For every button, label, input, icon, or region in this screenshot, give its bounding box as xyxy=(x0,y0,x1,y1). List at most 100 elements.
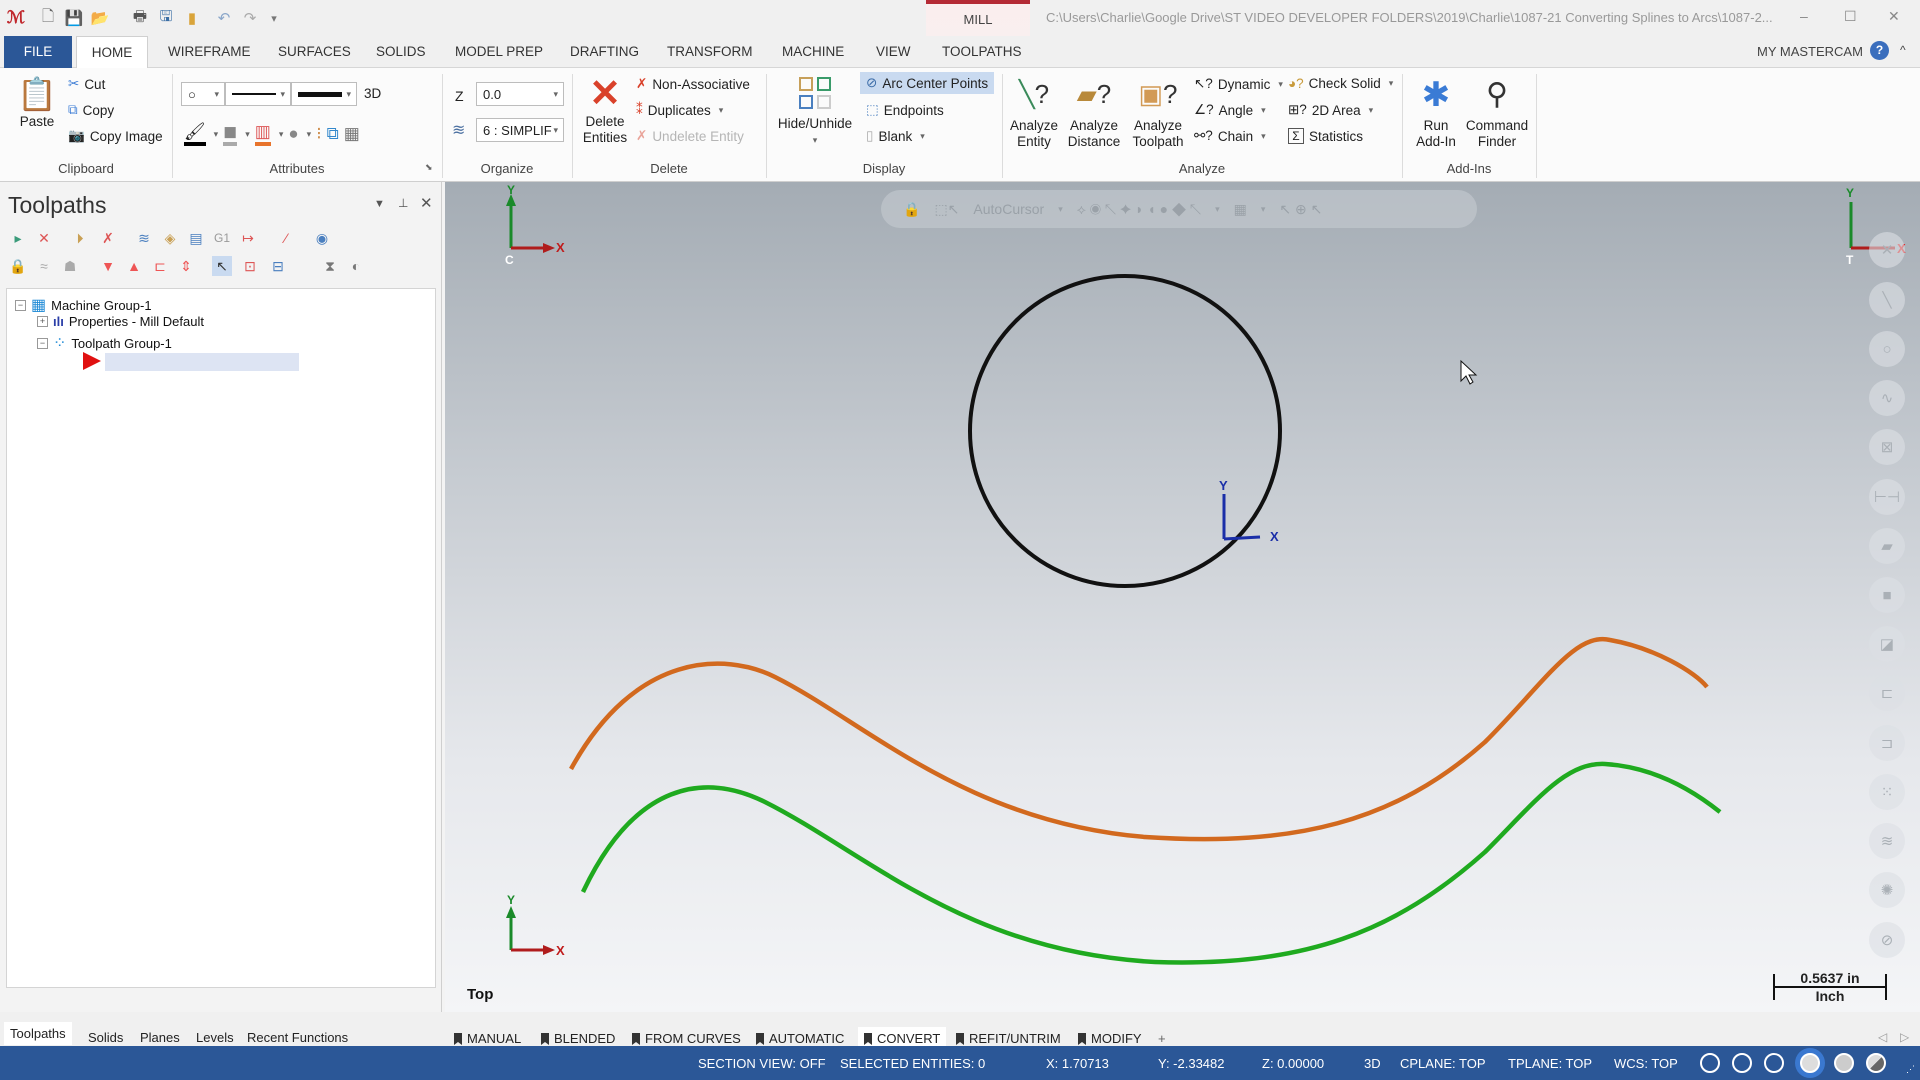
tab-machine[interactable]: MACHINE xyxy=(772,36,854,68)
shaded-display-icon[interactable] xyxy=(1800,1053,1820,1073)
settings-mask-icon[interactable]: ✺ xyxy=(1869,872,1905,908)
panel-menu-icon[interactable]: ▼ xyxy=(374,198,385,210)
orange-spline[interactable] xyxy=(569,636,1709,842)
bottom-tab-toolpaths[interactable]: Toolpaths xyxy=(4,1022,72,1045)
z-depth-input[interactable]: 0.0 ▾ xyxy=(476,82,564,106)
copy-button[interactable]: ⧉ Copy xyxy=(68,102,114,118)
material-icon[interactable]: ● xyxy=(288,124,298,144)
clear-colors-icon[interactable]: ▦ xyxy=(344,124,360,144)
expand-toggle[interactable]: + xyxy=(37,316,48,327)
scroll-insert-icon[interactable]: ⇕ xyxy=(176,256,196,276)
toolpath-editor-icon[interactable]: ⁄ xyxy=(276,228,296,248)
angle-button[interactable]: ∠? Angle ▾ xyxy=(1194,102,1266,118)
command-finder-button[interactable]: ⚲ Command Finder xyxy=(1462,74,1532,150)
pin-icon[interactable]: ⊥ xyxy=(398,196,408,210)
regenerate-selected-icon[interactable]: ⏵ xyxy=(70,228,90,248)
new-file-icon[interactable]: 🗋 xyxy=(38,8,58,28)
tree-node-properties[interactable]: + ılı Properties - Mill Default xyxy=(37,314,204,329)
z-coordinate[interactable]: Z: 0.00000 xyxy=(1262,1056,1324,1071)
lines-mask-icon[interactable]: ╲ xyxy=(1869,282,1905,318)
scroll-right-icon[interactable]: ▷ xyxy=(1900,1030,1909,1044)
section-view-status[interactable]: SECTION VIEW: OFF xyxy=(698,1056,826,1071)
hourglass-icon[interactable]: ⧗ xyxy=(320,256,340,276)
new-operation-name-input[interactable] xyxy=(105,353,299,371)
duplicates-button[interactable]: ⁑ Duplicates ▾ xyxy=(636,102,723,118)
analyze-entity-button[interactable]: ╲? Analyze Entity xyxy=(1008,74,1060,150)
levels-mask-icon[interactable]: ≋ xyxy=(1869,823,1905,859)
run-addin-button[interactable]: ✱ Run Add-In xyxy=(1408,74,1464,150)
tree-node-toolpath-group[interactable]: − ⁘ Toolpath Group-1 xyxy=(37,333,172,353)
tplane-status[interactable]: TPLANE: TOP xyxy=(1508,1056,1592,1071)
hidden-edges-display-icon[interactable] xyxy=(1764,1053,1784,1073)
panel-close-icon[interactable]: ✕ xyxy=(420,194,433,212)
tab-view[interactable]: VIEW xyxy=(866,36,921,68)
green-spline[interactable] xyxy=(580,761,1722,965)
clear-mask-icon[interactable]: ⊘ xyxy=(1869,922,1905,958)
dynamic-button[interactable]: ↖? Dynamic ▾ xyxy=(1194,76,1283,92)
merge-icon[interactable]: ▮ xyxy=(182,8,202,28)
groups-mask-icon[interactable]: ⊏ xyxy=(1869,675,1905,711)
3d-mode[interactable]: 3D xyxy=(1364,1056,1381,1071)
analyze-toolpath-button[interactable]: ▣? Analyze Toolpath xyxy=(1128,74,1188,150)
blank-button[interactable]: ▯ Blank ▾ xyxy=(866,128,925,144)
resize-grip-icon[interactable]: ⋰ xyxy=(1906,1064,1915,1075)
planes-icon[interactable]: ◐ xyxy=(346,256,366,276)
save-as-icon[interactable]: 🖫 xyxy=(156,8,176,28)
bottom-tab-planes[interactable]: Planes xyxy=(140,1030,180,1045)
toggle-display-icon[interactable]: ≈ xyxy=(34,256,54,276)
surface-color-icon[interactable]: ◼ xyxy=(223,122,238,146)
help-circle-icon[interactable]: ◉ xyxy=(312,228,332,248)
tab-toolpaths[interactable]: TOOLPATHS xyxy=(932,36,1032,68)
move-up-icon[interactable]: ▲ xyxy=(124,256,144,276)
color-mask-icon[interactable]: ⁙ xyxy=(1869,774,1905,810)
undelete-entity-button[interactable]: ✗ Undelete Entity xyxy=(636,128,744,144)
3d-toggle[interactable]: 3D xyxy=(364,86,381,101)
arcs-mask-icon[interactable]: ○ xyxy=(1869,331,1905,367)
dimensions-mask-icon[interactable]: ⊢⊣ xyxy=(1869,479,1905,515)
simulate-icon[interactable]: ▤ xyxy=(186,228,206,248)
paste-button[interactable]: 📋 Paste xyxy=(14,74,60,130)
change-attributes-icon[interactable]: ⧉ xyxy=(327,124,339,144)
analyze-distance-button[interactable]: ▰? Analyze Distance xyxy=(1062,74,1126,150)
splines-mask-icon[interactable]: ∿ xyxy=(1869,380,1905,416)
tab-surfaces[interactable]: SURFACES xyxy=(268,36,361,68)
tab-model-prep[interactable]: MODEL PREP xyxy=(445,36,553,68)
surfaces-mask-icon[interactable]: ⊠ xyxy=(1869,429,1905,465)
regenerate-dirty-icon[interactable]: ✗ xyxy=(98,228,118,248)
undo-icon[interactable]: ↶ xyxy=(214,8,234,28)
shaded-edges-display-icon[interactable] xyxy=(1834,1053,1854,1073)
unselect-operations-icon[interactable]: ✕ xyxy=(34,228,54,248)
non-associative-button[interactable]: ✗ Non-Associative xyxy=(636,76,750,92)
hidden-line-display-icon[interactable] xyxy=(1732,1053,1752,1073)
select-all-mask-icon[interactable]: ✕ xyxy=(1869,232,1905,268)
tab-solids[interactable]: SOLIDS xyxy=(366,36,436,68)
display-options-icon[interactable]: ⊡ xyxy=(240,256,260,276)
graphics-viewport[interactable]: 🔒 ⬚↖ AutoCursor ▾ ⟡ ◉ ↖ ✦ ◗ ◖ ● ◆ ↖ ▾ ▦ … xyxy=(445,182,1920,1012)
point-style-select[interactable]: ○ ▾ xyxy=(181,82,225,106)
help-icon[interactable]: ? xyxy=(1870,41,1889,60)
collapse-ribbon-icon[interactable]: ^ xyxy=(1900,43,1906,57)
delete-entities-button[interactable]: ✕ Delete Entities xyxy=(580,74,630,146)
attributes-dialog-launcher[interactable]: ⬊ xyxy=(425,162,433,173)
collapse-toggle[interactable]: − xyxy=(15,299,26,311)
statistics-button[interactable]: Σ Statistics xyxy=(1288,128,1363,144)
solid-color-icon[interactable]: ▥ xyxy=(254,122,271,146)
save-icon[interactable]: 💾 xyxy=(64,8,84,28)
line-width-select[interactable]: ▾ xyxy=(291,82,357,106)
wireframe-color-icon[interactable]: 🖌 xyxy=(184,122,206,146)
chain-button[interactable]: ⚯? Chain ▾ xyxy=(1194,128,1266,144)
tab-transform[interactable]: TRANSFORM xyxy=(657,36,763,68)
set-all-icon[interactable]: ⁝ xyxy=(316,124,321,144)
bottom-tab-levels[interactable]: Levels xyxy=(196,1030,234,1045)
cplane-status[interactable]: CPLANE: TOP xyxy=(1400,1056,1486,1071)
mesh-mask-icon[interactable]: ◪ xyxy=(1869,626,1905,662)
tab-wireframe[interactable]: WIREFRAME xyxy=(158,36,261,68)
2d-area-button[interactable]: ⊞? 2D Area ▾ xyxy=(1288,102,1373,118)
maximize-button[interactable]: ☐ xyxy=(1844,8,1857,25)
lock-icon[interactable]: 🔒 xyxy=(8,256,28,276)
my-mastercam-link[interactable]: MY MASTERCAM xyxy=(1757,44,1863,59)
bottom-tab-solids[interactable]: Solids xyxy=(88,1030,123,1045)
tab-home[interactable]: HOME xyxy=(76,36,148,69)
hide-unhide-button[interactable]: Hide/Unhide ▾ xyxy=(774,74,856,148)
toggle-posting-icon[interactable]: ☗ xyxy=(60,256,80,276)
